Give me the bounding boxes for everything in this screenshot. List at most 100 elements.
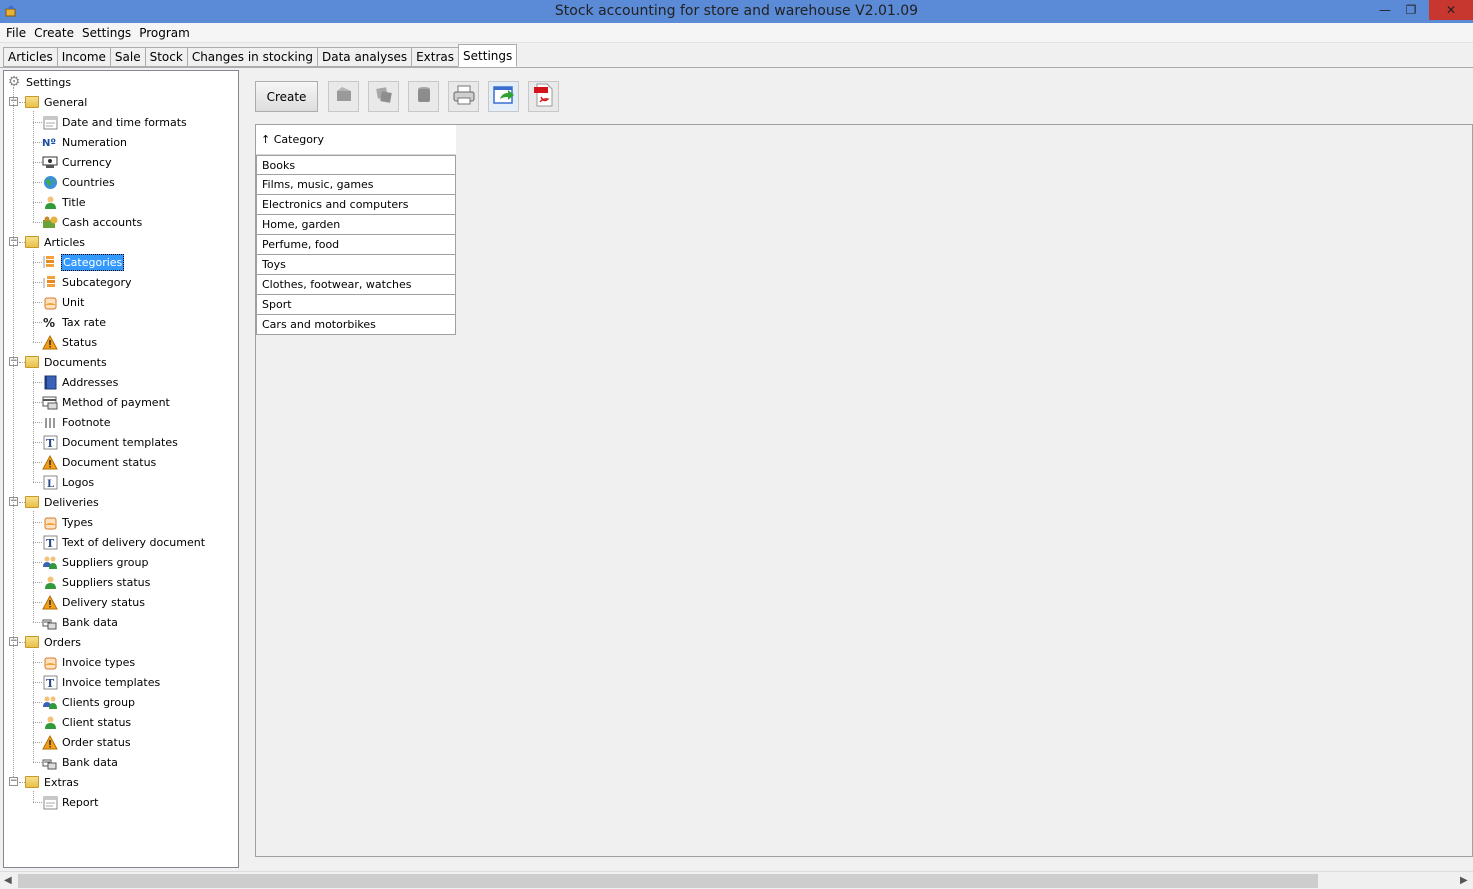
- tree-root-settings[interactable]: ⚙ Settings: [6, 72, 72, 92]
- tree-item-label: Types: [62, 515, 93, 529]
- tab-sale[interactable]: Sale: [109, 47, 145, 67]
- folder-icon: [24, 494, 40, 510]
- tree-item-label: Report: [62, 795, 99, 809]
- tab-changes-in-stocking[interactable]: Changes in stocking: [186, 47, 317, 67]
- table-row[interactable]: Home, garden: [256, 215, 456, 235]
- table-row[interactable]: Sport: [256, 295, 456, 315]
- tab-settings[interactable]: Settings: [458, 44, 518, 67]
- category-column-header[interactable]: ↑ Category: [256, 125, 456, 155]
- delete-button[interactable]: [408, 81, 439, 112]
- export-button[interactable]: [488, 81, 519, 112]
- tree-item-label: Invoice types: [62, 655, 136, 669]
- table-row[interactable]: Toys: [256, 255, 456, 275]
- tree-item-clients-group[interactable]: Clients group: [42, 692, 136, 712]
- tree-item-currency[interactable]: Currency: [42, 152, 113, 172]
- tree-item-footnote[interactable]: Footnote: [42, 412, 112, 432]
- tree-item-text-of-delivery-document[interactable]: T Text of delivery document: [42, 532, 206, 552]
- tab-extras[interactable]: Extras: [411, 47, 459, 67]
- pdf-button[interactable]: [528, 81, 559, 112]
- tree-item-label: Subcategory: [62, 275, 132, 289]
- tree-item-label: Numeration: [62, 135, 128, 149]
- svg-text:L: L: [47, 479, 54, 490]
- close-button[interactable]: ✕: [1429, 0, 1473, 20]
- menu-create[interactable]: Create: [30, 23, 78, 43]
- export-icon: [492, 84, 516, 110]
- tree-connector: [33, 422, 42, 423]
- tree-item-countries[interactable]: Countries: [42, 172, 116, 192]
- tree-item-unit[interactable]: Unit: [42, 292, 85, 312]
- tree-connector: [33, 342, 42, 343]
- edit-button[interactable]: [328, 81, 359, 112]
- table-row[interactable]: Electronics and computers: [256, 195, 456, 215]
- tree-item-order-status[interactable]: Order status: [42, 732, 132, 752]
- tree-item-numeration[interactable]: Nº Numeration: [42, 132, 128, 152]
- table-row[interactable]: Perfume, food: [256, 235, 456, 255]
- tab-income[interactable]: Income: [56, 47, 110, 67]
- window-title: Stock accounting for store and warehouse…: [554, 3, 919, 19]
- table-row[interactable]: Films, music, games: [256, 175, 456, 195]
- menu-file[interactable]: File: [2, 23, 30, 43]
- tree-item-document-status[interactable]: Document status: [42, 452, 157, 472]
- tree-item-client-status[interactable]: Client status: [42, 712, 132, 732]
- tree-item-method-of-payment[interactable]: Method of payment: [42, 392, 171, 412]
- minimize-button[interactable]: —: [1372, 0, 1398, 20]
- tree-connector: [33, 402, 42, 403]
- tree-item-status[interactable]: Status: [42, 332, 98, 352]
- horizontal-scrollbar[interactable]: ◀ ▶: [0, 871, 1473, 889]
- scroll-right-icon[interactable]: ▶: [1460, 875, 1468, 886]
- table-row[interactable]: Cars and motorbikes: [256, 315, 456, 335]
- create-button[interactable]: Create: [255, 81, 318, 112]
- tree-group-articles[interactable]: Articles: [24, 232, 86, 252]
- settings-tree[interactable]: ⚙ Settings General − Date and time formats Nº…: [3, 70, 239, 868]
- tree-item-logos[interactable]: L Logos: [42, 472, 95, 492]
- tab-stock[interactable]: Stock: [144, 47, 187, 67]
- tree-item-label: Unit: [62, 295, 85, 309]
- tree-item-subcategory[interactable]: Subcategory: [42, 272, 133, 292]
- tree-item-label: Suppliers status: [62, 575, 151, 589]
- tree-item-label: Document templates: [62, 435, 178, 449]
- tab-articles[interactable]: Articles: [3, 47, 57, 67]
- tree-connector: [33, 322, 42, 323]
- tree-item-addresses[interactable]: Addresses: [42, 372, 119, 392]
- tree-item-bank-data[interactable]: Bank data: [42, 612, 119, 632]
- copy-button[interactable]: [368, 81, 399, 112]
- tree-group-deliveries[interactable]: Deliveries: [24, 492, 100, 512]
- maximize-button[interactable]: ❐: [1398, 0, 1424, 20]
- table-row[interactable]: Clothes, footwear, watches: [256, 275, 456, 295]
- tree-item-categories[interactable]: Categories: [42, 252, 125, 272]
- tree-item-date-and-time-formats[interactable]: Date and time formats: [42, 112, 188, 132]
- tree-connector: [33, 442, 42, 443]
- tree-item-report[interactable]: Report: [42, 792, 99, 812]
- bank-icon: [42, 614, 58, 630]
- tree-item-invoice-templates[interactable]: T Invoice templates: [42, 672, 161, 692]
- collapse-toggle[interactable]: −: [9, 777, 18, 786]
- tree-connector: [33, 722, 42, 723]
- tree-connector: [33, 522, 42, 523]
- tree-item-title[interactable]: Title: [42, 192, 87, 212]
- tree-item-invoice-types[interactable]: Invoice types: [42, 652, 136, 672]
- tree-item-suppliers-status[interactable]: Suppliers status: [42, 572, 151, 592]
- tree-connector: [33, 282, 42, 283]
- tree-group-documents[interactable]: Documents: [24, 352, 108, 372]
- tree-group-general[interactable]: General: [24, 92, 88, 112]
- folder-icon: [24, 354, 40, 370]
- tree-connector: [33, 482, 42, 483]
- tree-item-bank-data[interactable]: Bank data: [42, 752, 119, 772]
- print-button[interactable]: [448, 81, 479, 112]
- tree-item-cash-accounts[interactable]: Cash accounts: [42, 212, 143, 232]
- tree-item-suppliers-group[interactable]: Suppliers group: [42, 552, 150, 572]
- tree-group-orders[interactable]: Orders: [24, 632, 82, 652]
- tree-item-delivery-status[interactable]: Delivery status: [42, 592, 146, 612]
- tab-data-analyses[interactable]: Data analyses: [316, 47, 412, 67]
- menu-settings[interactable]: Settings: [78, 23, 135, 43]
- tree-connector: [19, 362, 25, 363]
- menu-program[interactable]: Program: [135, 23, 194, 43]
- tree-group-extras[interactable]: Extras: [24, 772, 80, 792]
- tree-item-document-templates[interactable]: T Document templates: [42, 432, 179, 452]
- tree-item-tax-rate[interactable]: % Tax rate: [42, 312, 107, 332]
- tree-item-label: Extras: [44, 775, 79, 789]
- tree-item-types[interactable]: Types: [42, 512, 94, 532]
- table-row[interactable]: Books: [256, 155, 456, 175]
- scroll-left-icon[interactable]: ◀: [4, 875, 12, 886]
- scrollbar-thumb[interactable]: [18, 874, 1318, 888]
